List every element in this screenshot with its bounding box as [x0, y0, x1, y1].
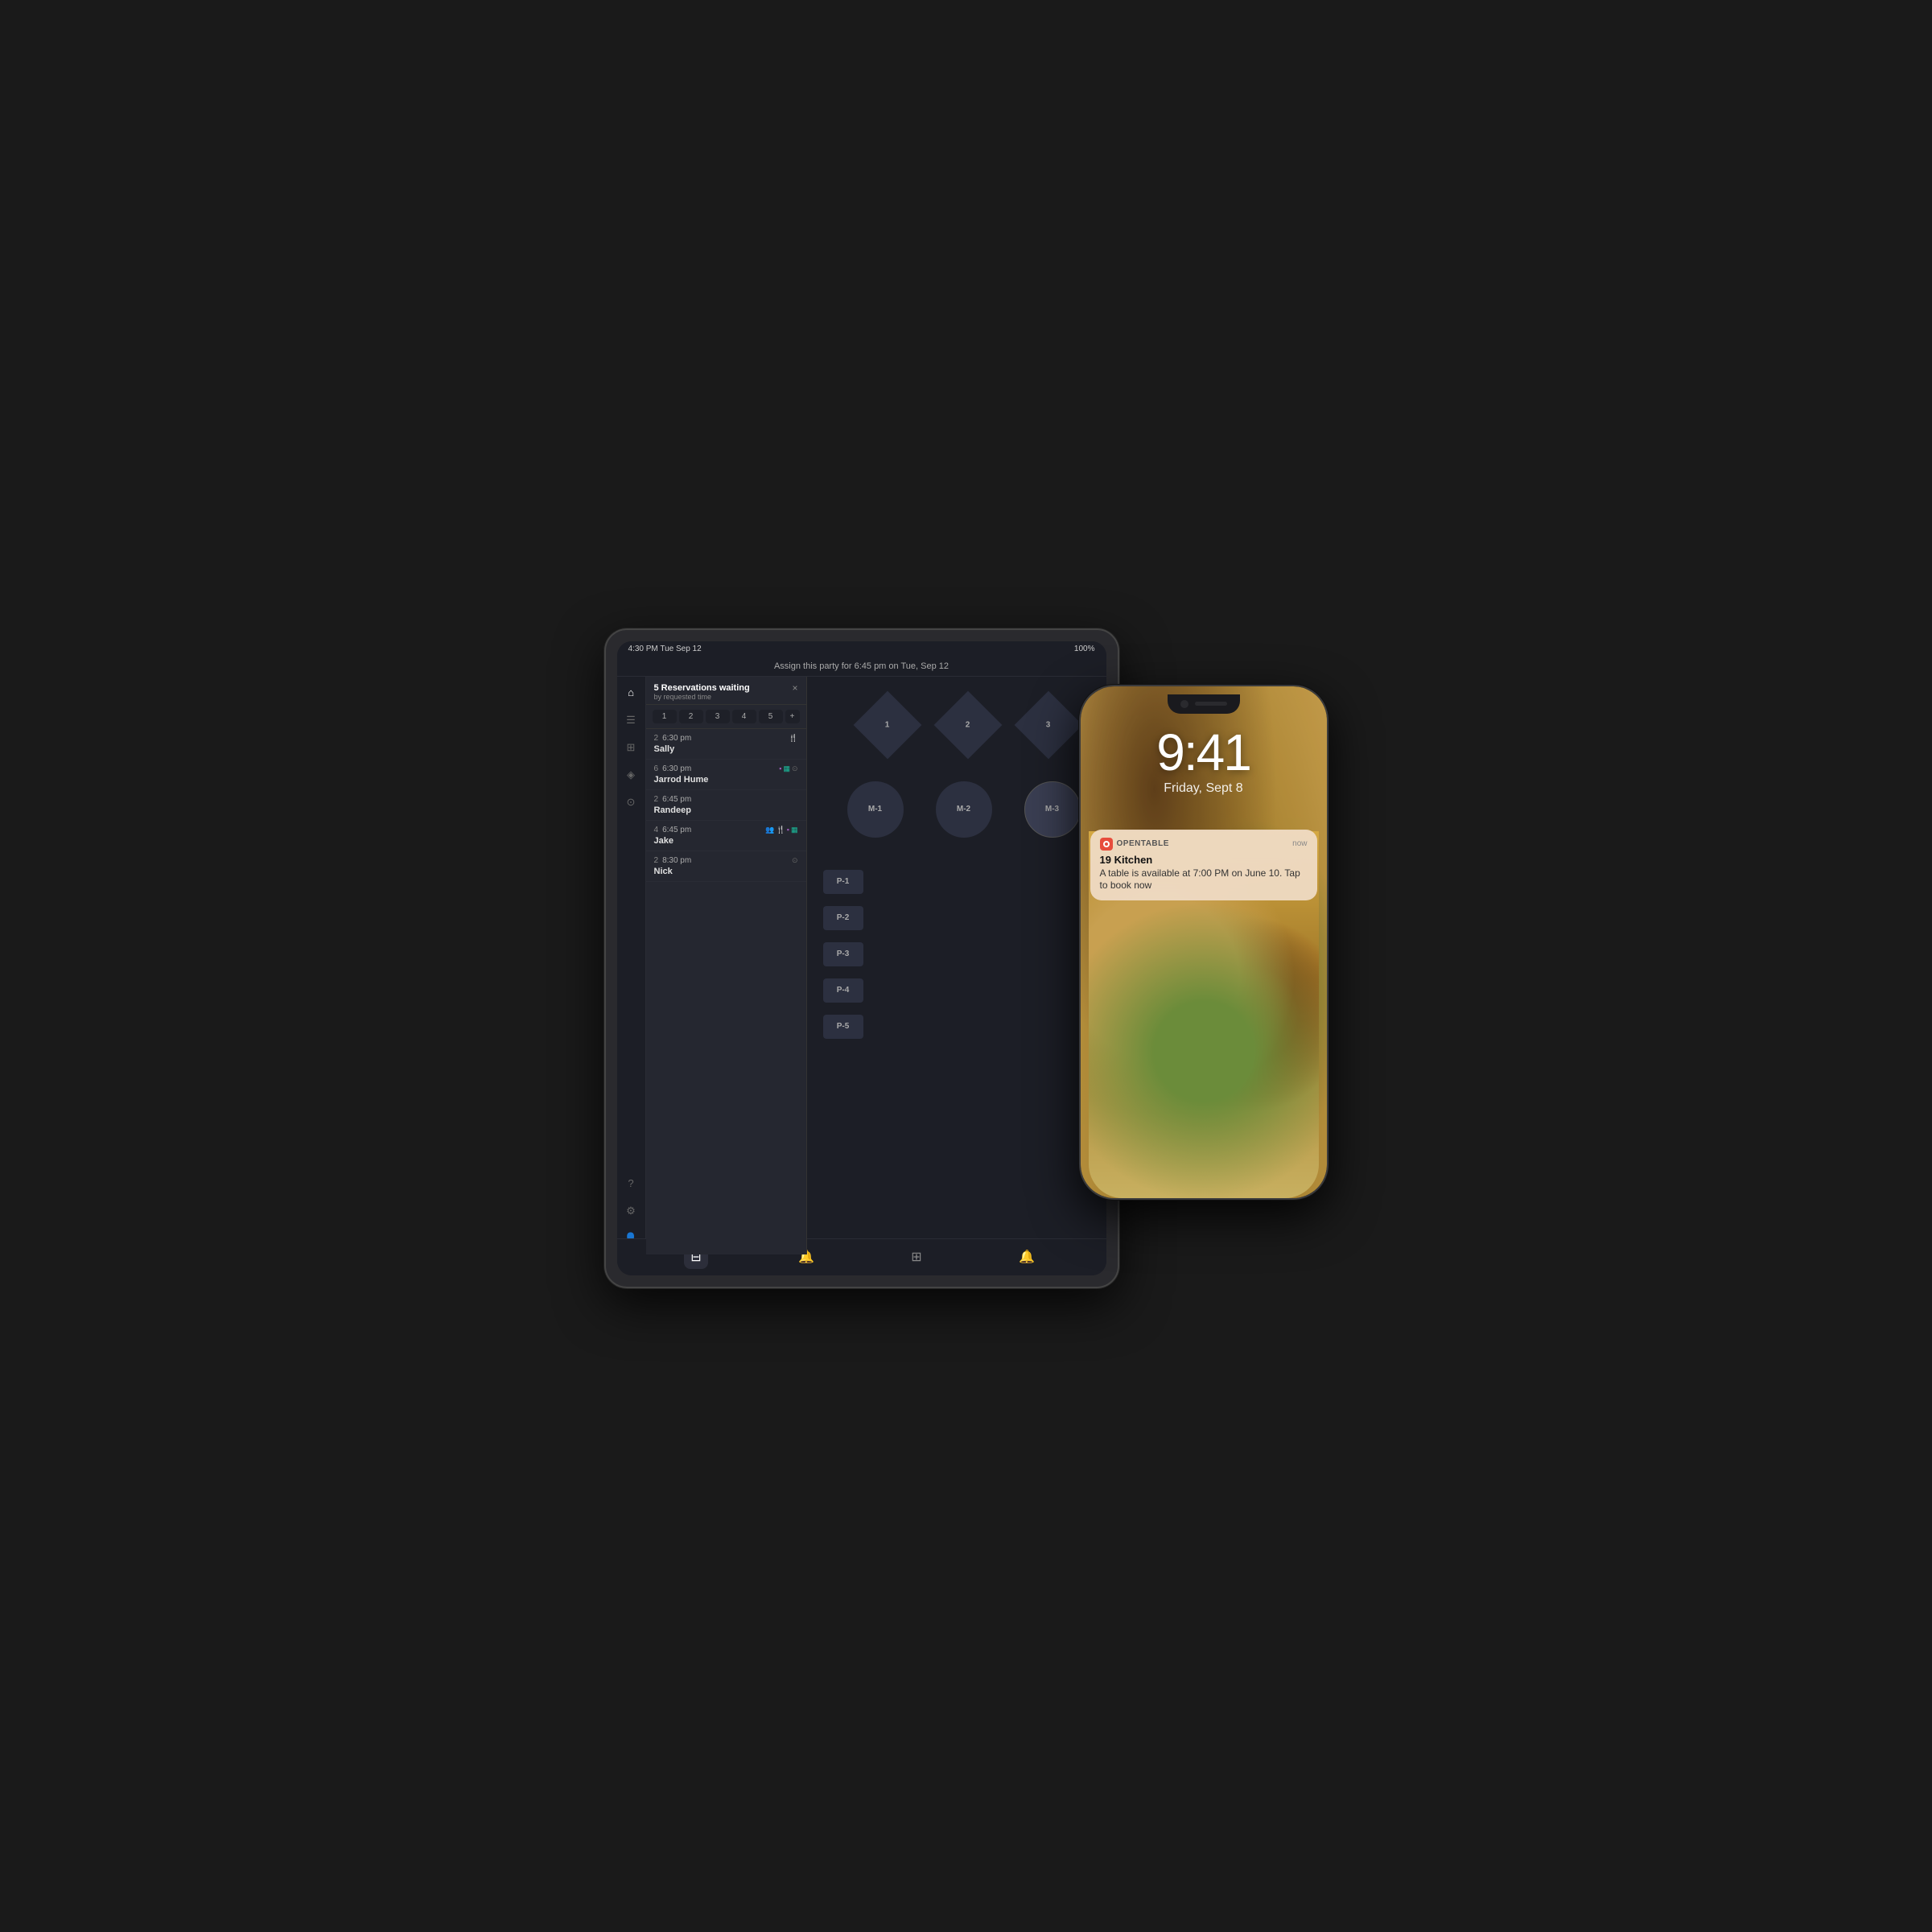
notif-header: OPENTABLE now — [1100, 838, 1308, 851]
res-purple-icon-jake: ▪ — [787, 826, 789, 834]
floor-table-m3[interactable]: M-3 — [1024, 781, 1081, 838]
tablet-body: ⌂ ☰ ⊞ ◈ ⊙ ? ⚙ 👤 5 Reser — [617, 677, 1106, 1254]
phone-notch — [1168, 694, 1240, 714]
notif-body: A table is available at 7:00 PM on June … — [1100, 867, 1308, 892]
opentable-icon — [1100, 838, 1113, 851]
reservation-row-jake[interactable]: 4 6:45 pm 👥 🍴 ▪ ▦ — [646, 821, 806, 851]
res-count-jarrod: 6 — [654, 764, 659, 773]
sidebar-icon-grid[interactable]: ⊞ — [623, 739, 639, 756]
party-size-tabs: 1 2 3 4 5 + — [646, 705, 806, 729]
lock-screen: 9:41 Friday, Sept 8 — [1081, 686, 1327, 1198]
res-time-nick: 8:30 pm — [662, 856, 691, 865]
party-tab-1[interactable]: 1 — [653, 710, 677, 723]
notif-title: 19 Kitchen — [1100, 854, 1308, 866]
scene: 4:30 PM Tue Sep 12 100% Assign this part… — [604, 604, 1329, 1329]
sidebar-icon-pin[interactable]: ⊙ — [623, 794, 639, 810]
tablet-header: Assign this party for 6:45 pm on Tue, Se… — [617, 657, 1106, 677]
res-count-sally: 2 — [654, 734, 659, 743]
floor-table-p2[interactable]: P-2 — [823, 906, 863, 930]
reservation-row-sally[interactable]: 2 6:30 pm 🍴 Sally — [646, 729, 806, 760]
party-tab-plus[interactable]: + — [785, 710, 800, 723]
res-name-jake: Jake — [654, 836, 798, 846]
toolbar-layout-icon[interactable]: ⊞ — [904, 1245, 929, 1269]
sidebar-icon-help[interactable]: ? — [623, 1176, 639, 1192]
panel-subtitle: by requested time — [654, 693, 750, 701]
notif-app-name: OPENTABLE — [1117, 839, 1169, 848]
res-purple-icon-jarrod: ▪ — [779, 764, 781, 772]
panel-close-button[interactable]: × — [792, 683, 797, 693]
table-container: 1 2 3 M-1 — [807, 677, 1106, 1254]
party-tab-3[interactable]: 3 — [706, 710, 730, 723]
sidebar: ⌂ ☰ ⊞ ◈ ⊙ ? ⚙ 👤 — [617, 677, 646, 1254]
res-time-randeep: 6:45 pm — [662, 795, 691, 804]
floor-table-1[interactable]: 1 — [853, 690, 921, 759]
floor-table-m2[interactable]: M-2 — [936, 781, 992, 838]
floor-table-p5[interactable]: P-5 — [823, 1015, 863, 1039]
notif-time: now — [1292, 839, 1307, 848]
reservation-row-nick[interactable]: 2 8:30 pm ⊙ Nick — [646, 851, 806, 882]
sidebar-icon-map[interactable]: ◈ — [623, 767, 639, 783]
sidebar-icon-list[interactable]: ☰ — [623, 712, 639, 728]
phone-date: Friday, Sept 8 — [1164, 781, 1242, 796]
reservation-row-randeep[interactable]: 2 6:45 pm Randeep — [646, 790, 806, 821]
phone-time: 9:41 — [1156, 727, 1250, 778]
phone-device: 9:41 Friday, Sept 8 OPENTABLE — [1079, 685, 1329, 1200]
tablet-status-bar: 4:30 PM Tue Sep 12 100% — [617, 641, 1106, 657]
sidebar-icon-settings[interactable]: ⚙ — [623, 1203, 639, 1219]
res-time-jake: 6:45 pm — [662, 826, 691, 834]
toolbar-notification-icon[interactable]: 🔔 — [1015, 1245, 1039, 1269]
floor-table-3[interactable]: 3 — [1014, 690, 1082, 759]
res-name-randeep: Randeep — [654, 805, 798, 815]
content-area: 5 Reservations waiting by requested time… — [646, 677, 1106, 1254]
res-fork-icon: 🍴 — [789, 734, 797, 743]
res-table-icon-jake: ▦ — [791, 826, 798, 834]
status-battery: 100% — [1074, 645, 1095, 653]
res-count-jake: 4 — [654, 826, 659, 834]
reservation-list: 2 6:30 pm 🍴 Sally — [646, 729, 806, 882]
floor-plan: 1 2 3 M-1 — [807, 677, 1106, 1254]
phone-screen: 9:41 Friday, Sept 8 OPENTABLE — [1081, 686, 1327, 1198]
res-camera-icon-jarrod: ⊙ — [792, 764, 798, 773]
tablet-device: 4:30 PM Tue Sep 12 100% Assign this part… — [604, 628, 1119, 1288]
res-camera-icon-nick: ⊙ — [792, 856, 798, 865]
notch-camera — [1180, 700, 1188, 708]
res-name-sally: Sally — [654, 744, 798, 754]
party-tab-5[interactable]: 5 — [759, 710, 783, 723]
reservation-row-jarrod[interactable]: 6 6:30 pm ▪ ▦ ⊙ Jarrod Hume — [646, 760, 806, 790]
reservation-panel: 5 Reservations waiting by requested time… — [646, 677, 807, 1254]
res-count-nick: 2 — [654, 856, 659, 865]
party-tab-2[interactable]: 2 — [679, 710, 703, 723]
res-count-randeep: 2 — [654, 795, 659, 804]
sidebar-icon-home[interactable]: ⌂ — [623, 685, 639, 701]
floor-table-p4[interactable]: P-4 — [823, 978, 863, 1003]
notif-app-label: OPENTABLE — [1100, 838, 1169, 851]
party-tab-4[interactable]: 4 — [732, 710, 756, 723]
res-time-jarrod: 6:30 pm — [662, 764, 691, 773]
res-fork-icon-jake: 🍴 — [777, 826, 785, 834]
panel-title: 5 Reservations waiting — [654, 683, 750, 693]
res-time-sally: 6:30 pm — [662, 734, 691, 743]
res-name-jarrod: Jarrod Hume — [654, 775, 798, 785]
tablet-screen: 4:30 PM Tue Sep 12 100% Assign this part… — [617, 641, 1106, 1275]
floor-table-m1[interactable]: M-1 — [847, 781, 904, 838]
floor-table-p3[interactable]: P-3 — [823, 942, 863, 966]
status-time: 4:30 PM Tue Sep 12 — [628, 645, 702, 653]
notch-speaker — [1195, 702, 1227, 706]
floor-table-2[interactable]: 2 — [933, 690, 1002, 759]
floor-table-p1[interactable]: P-1 — [823, 870, 863, 894]
panel-header: 5 Reservations waiting by requested time… — [646, 677, 806, 705]
res-table-icon-jarrod: ▦ — [783, 764, 790, 773]
notification-card[interactable]: OPENTABLE now 19 Kitchen A table is avai… — [1090, 830, 1317, 900]
res-name-nick: Nick — [654, 867, 798, 876]
header-title: Assign this party for 6:45 pm on Tue, Se… — [774, 661, 949, 671]
res-people-icon-jake: 👥 — [765, 826, 774, 834]
